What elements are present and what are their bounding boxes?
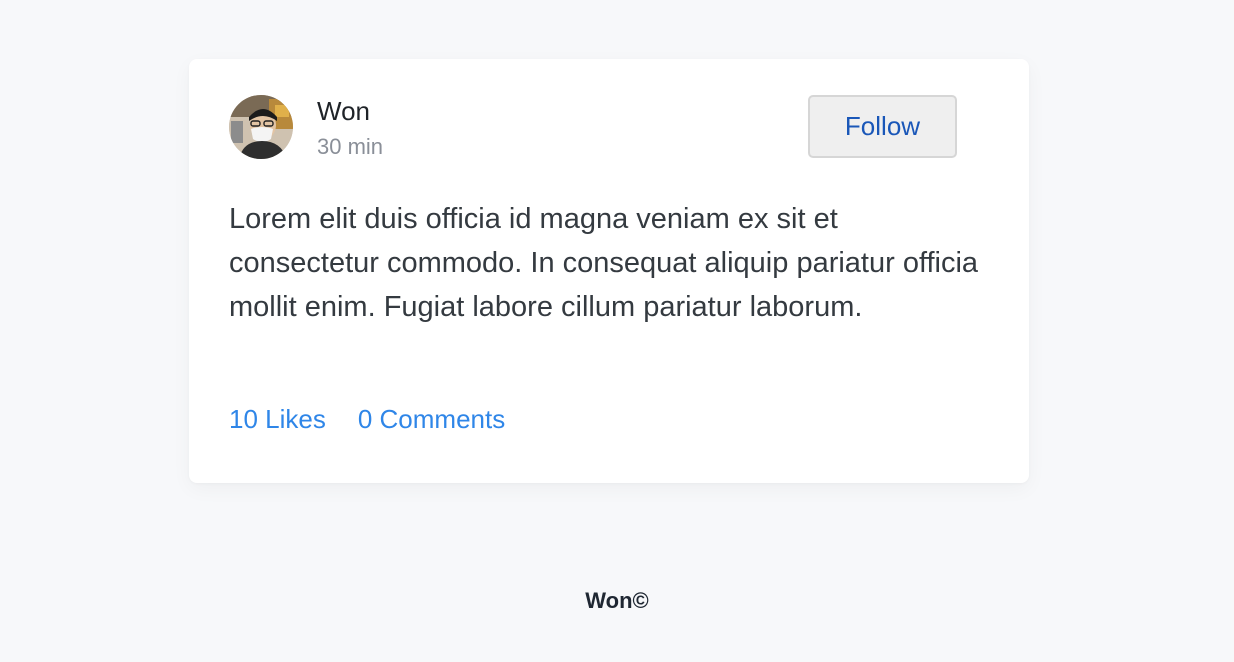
avatar[interactable] <box>229 95 293 159</box>
author-name[interactable]: Won <box>317 95 383 127</box>
post-stats: 10 Likes 0 Comments <box>229 401 505 437</box>
follow-button[interactable]: Follow <box>808 95 957 158</box>
comments-link[interactable]: 0 Comments <box>358 401 505 437</box>
post-header: Won 30 min Follow <box>229 95 957 161</box>
post-card: Won 30 min Follow Lorem elit duis offici… <box>189 59 1029 483</box>
likes-link[interactable]: 10 Likes <box>229 401 326 437</box>
post-body: Lorem elit duis officia id magna veniam … <box>229 203 979 323</box>
avatar-photo-icon <box>229 95 293 159</box>
post-timestamp: 30 min <box>317 134 384 159</box>
author-block: Won 30 min <box>317 95 383 161</box>
page: Won 30 min Follow Lorem elit duis offici… <box>0 0 1234 662</box>
footer-copyright: Won© <box>585 588 649 613</box>
